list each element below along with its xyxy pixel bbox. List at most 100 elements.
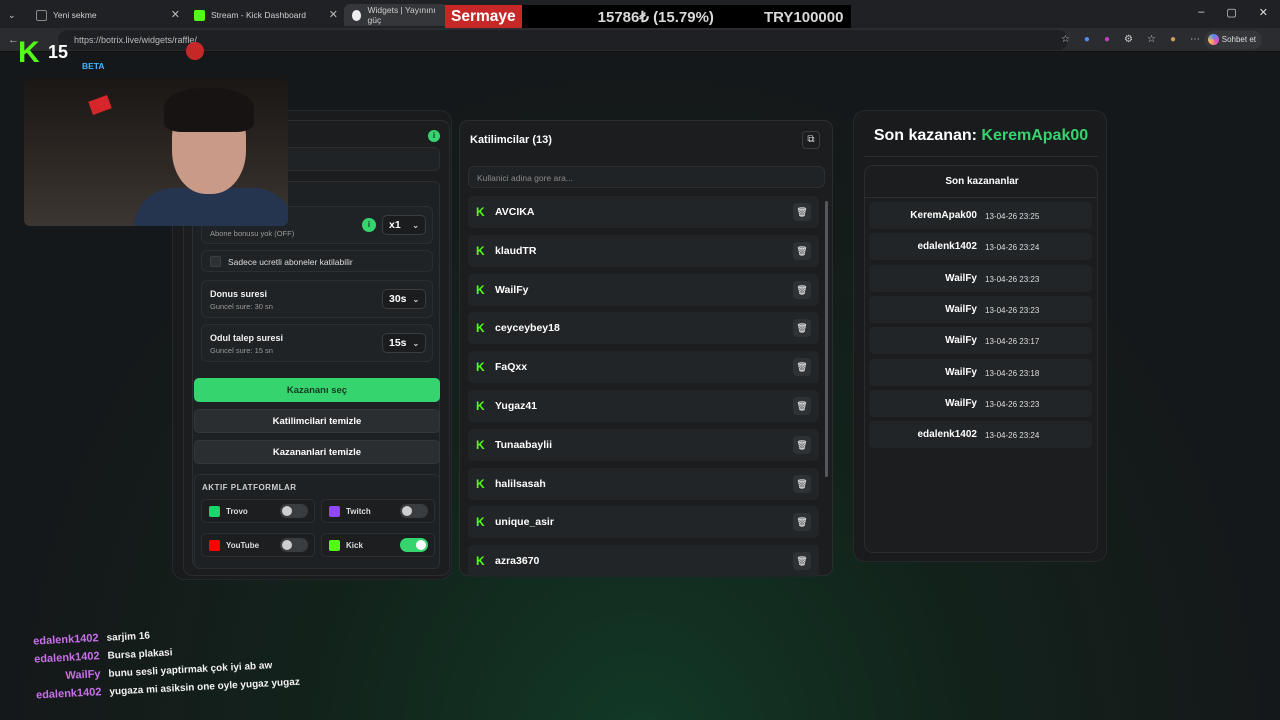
kick-icon: K bbox=[476, 437, 485, 452]
more-icon[interactable]: ⋯ bbox=[1190, 34, 1200, 45]
profile-icon[interactable]: ● bbox=[1170, 34, 1176, 45]
twitch-toggle[interactable] bbox=[400, 504, 428, 518]
delete-icon[interactable]: 🗑 bbox=[793, 513, 811, 532]
participant-row: KklaudTR 🗑 bbox=[468, 234, 819, 267]
winner-row: edalenk1402 13-04-26 23:24 bbox=[869, 421, 1092, 449]
winner-name: WailFy bbox=[945, 397, 977, 409]
winner-name: WailFy bbox=[945, 303, 977, 315]
delete-icon[interactable]: 🗑 bbox=[793, 280, 811, 299]
delete-icon[interactable]: 🗑 bbox=[793, 552, 811, 571]
info-icon[interactable]: i bbox=[362, 218, 376, 232]
sub-bonus-status: Abone bonusu yok (OFF) bbox=[210, 229, 295, 238]
divider bbox=[864, 156, 1098, 157]
trovo-icon bbox=[209, 506, 220, 517]
tab-label: Yeni sekme bbox=[53, 10, 97, 20]
tab-widgets[interactable]: Widgets | Yayınını güç bbox=[344, 4, 448, 26]
kick-icon: K bbox=[476, 282, 485, 297]
tab-list-button[interactable]: ⌄ bbox=[0, 4, 24, 26]
participant-row: K Yugaz41 🗑 bbox=[468, 390, 819, 422]
platform-trovo: Trovo bbox=[201, 499, 315, 523]
participant-row: K FaQxx 🗑 bbox=[468, 351, 819, 384]
participants-panel: Katilimcilar (13) ⧉ Kullanici adina gore… bbox=[459, 120, 834, 577]
delete-icon[interactable]: 🗑 bbox=[793, 474, 811, 493]
kick-toggle[interactable] bbox=[400, 538, 428, 552]
window-controls: – ▢ ✕ bbox=[1198, 6, 1268, 19]
kick-icon: K bbox=[476, 554, 485, 569]
winner-name: WailFy bbox=[945, 272, 977, 284]
chat-overlay: edalenk1402 sarjim 16 edalenk1402 Bursa pl… bbox=[24, 619, 300, 705]
winner-time: 13-04-26 23:24 bbox=[985, 243, 1040, 253]
logo-number: 15 bbox=[48, 42, 69, 62]
winner-row: KeremApak00 13-04-26 23:25 bbox=[869, 202, 1092, 229]
trovo-toggle[interactable] bbox=[280, 504, 308, 518]
delete-icon[interactable]: 🗑 bbox=[793, 397, 811, 415]
delete-icon[interactable]: 🗑 bbox=[793, 435, 811, 454]
participant-name: AVCIKA bbox=[495, 206, 535, 218]
select-value: x1 bbox=[389, 219, 401, 231]
delete-icon[interactable]: 🗑 bbox=[793, 358, 811, 377]
last-winner-prefix: Son kazanan: bbox=[873, 127, 977, 144]
round-time-select[interactable]: 30s ⌄ bbox=[382, 289, 426, 309]
participant-name: Tunaabaylii bbox=[495, 438, 552, 451]
paid-only-row[interactable]: Sadece ucretli aboneler katilabilir bbox=[201, 250, 433, 272]
delete-icon[interactable]: 🗑 bbox=[793, 319, 811, 338]
winners-panel: Son kazanan: KeremApak00 Son kazananlar … bbox=[853, 110, 1107, 562]
twitch-icon bbox=[329, 506, 340, 517]
platform-kick: Kick bbox=[321, 533, 435, 557]
kick-logo: K bbox=[18, 36, 40, 69]
tab-kick-dashboard[interactable]: Stream - Kick Dashboard ✕ bbox=[186, 4, 344, 26]
page-icon bbox=[36, 9, 47, 21]
chevron-down-icon: ⌄ bbox=[412, 338, 420, 348]
winner-row: WailFy 13-04-26 23:18 bbox=[869, 358, 1092, 386]
extension-icon[interactable]: ● bbox=[1084, 34, 1090, 45]
ticker-change: 15786₺ (15.79%) bbox=[597, 9, 714, 26]
youtube-toggle[interactable] bbox=[280, 538, 308, 552]
claim-time-select[interactable]: 15s ⌄ bbox=[382, 333, 426, 353]
delete-icon[interactable]: 🗑 bbox=[793, 241, 811, 260]
maximize-icon[interactable]: ▢ bbox=[1226, 6, 1236, 19]
botrix-icon bbox=[352, 9, 362, 21]
minimize-icon[interactable]: – bbox=[1198, 6, 1204, 19]
close-window-icon[interactable]: ✕ bbox=[1259, 6, 1268, 19]
round-time-label: Donus suresi bbox=[210, 289, 268, 299]
scrollbar[interactable] bbox=[825, 201, 828, 477]
favorites-icon[interactable]: ☆ bbox=[1147, 34, 1156, 45]
streamer-hair bbox=[164, 88, 254, 132]
platform-label: YouTube bbox=[226, 540, 260, 550]
platform-label: Kick bbox=[346, 540, 363, 550]
close-icon[interactable]: ✕ bbox=[329, 8, 338, 21]
extension-icon[interactable]: ● bbox=[1104, 34, 1110, 45]
puzzle-icon[interactable]: ⚙ bbox=[1124, 34, 1133, 45]
ticker-amount: TRY100000 bbox=[763, 8, 844, 26]
paid-only-checkbox[interactable] bbox=[210, 256, 221, 267]
paid-only-label: Sadece ucretli aboneler katilabilir bbox=[228, 257, 353, 267]
tab-new[interactable]: Yeni sekme ✕ bbox=[28, 4, 186, 26]
star-icon[interactable]: ☆ bbox=[1061, 34, 1070, 45]
tab-label: Stream - Kick Dashboard bbox=[211, 10, 306, 20]
chat-text: sarjim 16 bbox=[106, 630, 151, 644]
chat-user: edalenk1402 bbox=[35, 686, 102, 702]
chat-user: edalenk1402 bbox=[33, 650, 100, 666]
chat-button[interactable]: Sohbet et bbox=[1203, 31, 1262, 49]
capital-ticker: Sermaye 15786₺ (15.79%) TRY100000 bbox=[445, 5, 851, 29]
kick-icon bbox=[329, 540, 340, 551]
winner-time: 13-04-26 23:23 bbox=[985, 305, 1040, 315]
winner-name: edalenk1402 bbox=[917, 429, 978, 441]
participants-list: K AVCIKA 🗑 KklaudTR 🗑 K WailFy 🗑 Kceyceybey18 🗑 K F… bbox=[460, 121, 834, 577]
close-icon[interactable]: ✕ bbox=[171, 8, 180, 21]
toolbar-icons: ☆ ● ● ⚙ ☆ ● ⋯ bbox=[1061, 34, 1200, 45]
winner-time: 13-04-26 23:23 bbox=[985, 399, 1040, 409]
winner-row: WailFy 13-04-26 23:23 bbox=[869, 295, 1092, 323]
url-field[interactable]: https://botrix.live/widgets/raffle/ bbox=[58, 30, 1068, 50]
participant-row: Kunique_asir 🗑 bbox=[468, 506, 819, 539]
participant-name: klaudTR bbox=[495, 244, 537, 257]
winner-name: WailFy bbox=[945, 335, 977, 347]
clear-winners-button[interactable]: Kazananlari temizle bbox=[194, 440, 440, 464]
participant-row: K AVCIKA 🗑 bbox=[468, 196, 819, 228]
pick-winner-button[interactable]: Kazananı seç bbox=[194, 378, 440, 402]
sub-bonus-select[interactable]: x1 ⌄ bbox=[382, 215, 426, 235]
clear-participants-button[interactable]: Katilimcilari temizle bbox=[194, 409, 440, 433]
info-icon[interactable]: i bbox=[428, 130, 440, 142]
recent-winners-list: KeremApak00 13-04-26 23:25 edalenk1402 13-0… bbox=[865, 166, 1099, 552]
delete-icon[interactable]: 🗑 bbox=[793, 203, 811, 221]
